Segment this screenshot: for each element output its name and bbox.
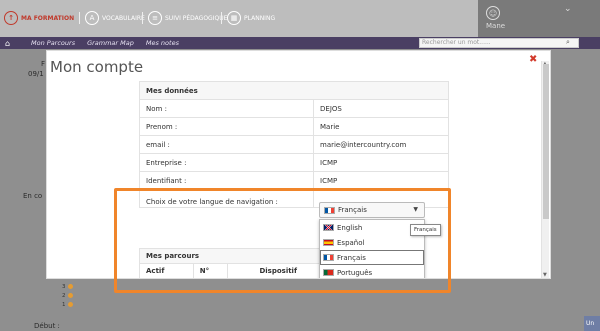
- field-label: Nom :: [139, 99, 314, 118]
- subnav-mon-parcours[interactable]: Mon Parcours: [31, 39, 75, 47]
- user-icon: ☺: [486, 6, 500, 20]
- subnav-mes-notes[interactable]: Mes notes: [146, 39, 179, 47]
- bg-date-fragment: 09/1: [28, 70, 44, 78]
- nav-vocabulaire[interactable]: a VOCABULAIRE: [85, 10, 145, 26]
- subnav-grammar-map[interactable]: Grammar Map: [87, 39, 134, 47]
- section-title: Mes données: [139, 81, 449, 100]
- nav-divider: [142, 12, 143, 24]
- close-icon[interactable]: ✖: [529, 54, 537, 65]
- table-row: Nom : DEJOS: [139, 99, 449, 118]
- nav-suivi-pedagogique[interactable]: ≡ SUIVI PÉDAGOGIQUE: [148, 10, 227, 26]
- field-label: email :: [139, 135, 314, 154]
- top-header: ↑ MA FORMATION a VOCABULAIRE ≡ SUIVI PÉD…: [0, 0, 600, 37]
- level-dot: [67, 293, 73, 298]
- user-name: Mane: [486, 22, 506, 30]
- level-number: 3: [62, 284, 66, 290]
- field-value: Marie: [313, 117, 449, 136]
- highlight-box: [114, 188, 451, 293]
- nav-planning-label: PLANNING: [244, 14, 276, 22]
- search-input[interactable]: Rechercher un mot......: [419, 38, 579, 48]
- level-dot: [67, 284, 73, 289]
- table-row: email : marie@intercountry.com: [139, 135, 449, 154]
- table-row: Identifiant : ICMP: [139, 171, 449, 190]
- chevron-down-icon[interactable]: ⌄: [564, 4, 572, 14]
- level-number: 2: [62, 293, 66, 299]
- level-dots: 3 2 1: [62, 283, 73, 310]
- nav-vocabulaire-label: VOCABULAIRE: [102, 14, 145, 22]
- sub-navigation: ⌂ Mon Parcours Grammar Map Mes notes Rec…: [0, 37, 600, 49]
- field-value: ICMP: [313, 171, 449, 190]
- modal-title: Mon compte: [50, 58, 144, 76]
- nav-planning[interactable]: ▦ PLANNING: [227, 10, 275, 26]
- nav-divider: [79, 12, 80, 24]
- home-icon[interactable]: ⌂: [5, 39, 19, 48]
- scrollbar-thumb[interactable]: [543, 64, 549, 219]
- scroll-down-icon[interactable]: ▼: [543, 272, 547, 278]
- user-menu[interactable]: ☺ Mane: [486, 6, 505, 30]
- nav-ma-formation[interactable]: ↑ MA FORMATION: [4, 10, 74, 26]
- level-number: 1: [62, 302, 66, 308]
- field-label: Entreprise :: [139, 153, 314, 172]
- field-label: Prenom :: [139, 117, 314, 136]
- field-value: DEJOS: [313, 99, 449, 118]
- field-label: Identifiant :: [139, 171, 314, 190]
- calendar-icon: ▦: [227, 11, 241, 25]
- nav-ma-formation-label: MA FORMATION: [21, 14, 75, 22]
- field-value: marie@intercountry.com: [313, 135, 449, 154]
- level-dot: [67, 302, 73, 307]
- abc-icon: a: [85, 11, 99, 25]
- bg-debut-label: Début :: [34, 322, 60, 330]
- bg-en-cours: En co: [23, 192, 43, 200]
- bg-text-fragment: F: [41, 60, 46, 68]
- field-value: ICMP: [313, 153, 449, 172]
- search-icon[interactable]: ⌕: [566, 38, 570, 47]
- modal-scrollbar[interactable]: ▲ ▼: [541, 61, 549, 278]
- table-row: Prenom : Marie: [139, 117, 449, 136]
- up-arrow-icon: ↑: [4, 11, 18, 25]
- chart-icon: ≡: [148, 11, 162, 25]
- nav-suivi-label: SUIVI PÉDAGOGIQUE: [165, 14, 228, 22]
- corner-button[interactable]: Un: [584, 316, 600, 331]
- nav-divider: [221, 12, 222, 24]
- table-row: Entreprise : ICMP: [139, 153, 449, 172]
